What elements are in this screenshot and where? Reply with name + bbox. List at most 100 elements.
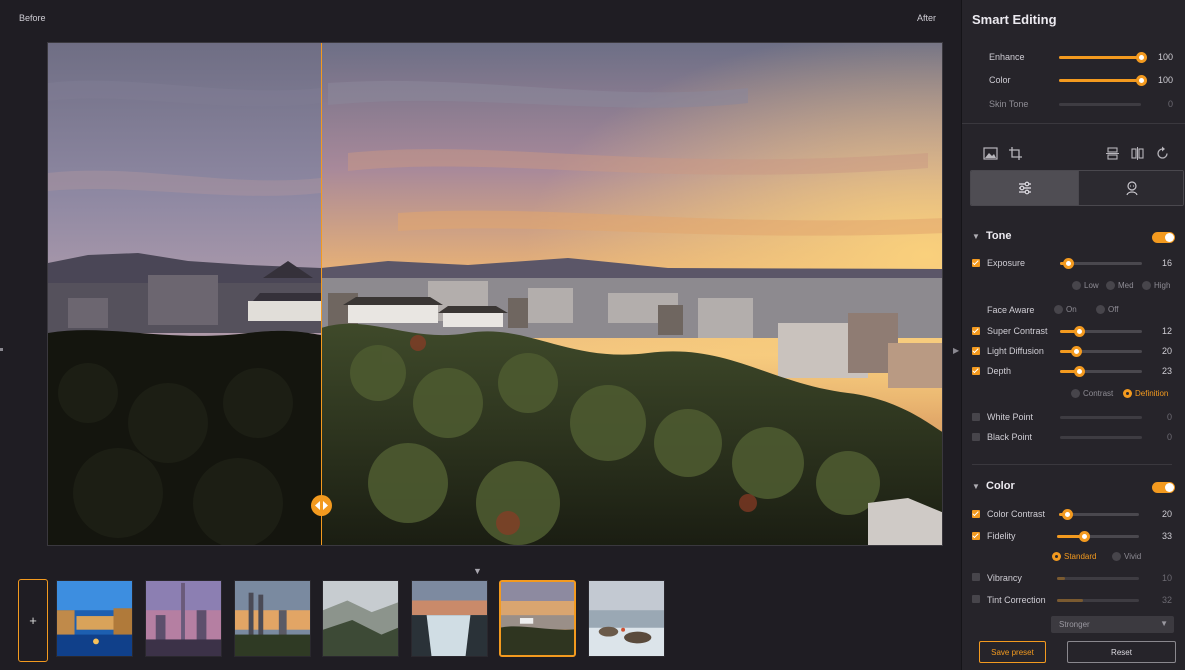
- vibrancy-checkbox[interactable]: [972, 573, 980, 581]
- thumbnail-venice-canal[interactable]: [56, 580, 133, 657]
- photo-image: [48, 43, 942, 545]
- color-label: Color: [989, 75, 1011, 85]
- photo-preview[interactable]: [47, 42, 943, 546]
- flip-horizontal-icon[interactable]: [1130, 146, 1146, 162]
- color-value: 100: [1157, 75, 1173, 85]
- thumbnail-castle-sunset[interactable]: [499, 580, 576, 657]
- before-label: Before: [19, 13, 46, 23]
- portrait-icon: [1126, 181, 1138, 196]
- exposure-med-radio[interactable]: Med: [1106, 281, 1134, 290]
- editing-panel: Smart Editing Enhance 100 Color 100 Skin…: [961, 0, 1185, 670]
- image-icon[interactable]: [983, 146, 999, 162]
- enhance-value: 100: [1157, 52, 1173, 62]
- enhance-slider[interactable]: [1059, 52, 1147, 63]
- rotate-icon[interactable]: [1155, 146, 1171, 162]
- white-point-slider[interactable]: [1060, 416, 1142, 419]
- color-toggle[interactable]: [1152, 482, 1175, 493]
- black-point-value: 0: [1166, 432, 1172, 442]
- exposure-high-radio[interactable]: High: [1142, 281, 1170, 290]
- thumbnail-waterfall[interactable]: [411, 580, 488, 657]
- save-preset-button[interactable]: Save preset: [979, 641, 1046, 663]
- fidelity-vivid-radio[interactable]: Vivid: [1112, 552, 1141, 561]
- panel-expand-arrow-icon[interactable]: ▶: [953, 346, 959, 355]
- tint-correction-value: 32: [1161, 595, 1172, 605]
- color-contrast-slider[interactable]: [1059, 509, 1139, 520]
- slider-knob[interactable]: [1136, 52, 1147, 63]
- compare-split-line[interactable]: [321, 43, 322, 545]
- slider-knob[interactable]: [1063, 258, 1075, 269]
- slider-knob[interactable]: [1062, 509, 1073, 520]
- fidelity-standard-radio[interactable]: Standard: [1052, 552, 1096, 561]
- depth-checkbox[interactable]: [972, 367, 980, 375]
- crop-icon[interactable]: [1008, 146, 1024, 162]
- left-edge-marker: [0, 348, 3, 351]
- skin-tone-slider[interactable]: [1059, 103, 1141, 106]
- divider: [962, 123, 1185, 124]
- tint-correction-label: Tint Correction: [987, 595, 1046, 605]
- vibrancy-value: 10: [1161, 573, 1172, 583]
- portrait-tab[interactable]: [1078, 171, 1183, 205]
- depth-contrast-radio[interactable]: Contrast: [1071, 389, 1113, 398]
- tone-section-title: Tone: [986, 230, 1012, 242]
- fidelity-value: 33: [1161, 531, 1172, 541]
- light-diffusion-value: 20: [1161, 346, 1172, 356]
- depth-slider[interactable]: [1060, 366, 1142, 377]
- exposure-checkbox[interactable]: [972, 259, 980, 267]
- color-contrast-value: 20: [1161, 509, 1172, 519]
- filmstrip-collapse-icon[interactable]: ▼: [473, 566, 482, 576]
- depth-value: 23: [1161, 366, 1172, 376]
- skin-tone-label: Skin Tone: [989, 99, 1029, 109]
- canvas-area: Before After ▶ ▼ +: [0, 0, 961, 670]
- slider-knob[interactable]: [1071, 346, 1083, 357]
- add-image-button[interactable]: +: [18, 579, 48, 662]
- super-contrast-slider[interactable]: [1060, 326, 1142, 337]
- reset-button[interactable]: Reset: [1067, 641, 1176, 663]
- color-slider[interactable]: [1059, 75, 1147, 86]
- white-point-value: 0: [1166, 412, 1172, 422]
- super-contrast-checkbox[interactable]: [972, 327, 980, 335]
- color-collapse-icon[interactable]: ▼: [972, 482, 980, 491]
- slider-knob[interactable]: [1136, 75, 1147, 86]
- thumbnail-kuala-lumpur-skyline[interactable]: [234, 580, 311, 657]
- thumbnail-dubai-skyline[interactable]: [145, 580, 222, 657]
- exposure-slider[interactable]: [1060, 258, 1142, 269]
- thumbnail-rocky-beach[interactable]: [588, 580, 665, 657]
- face-aware-label: Face Aware: [987, 305, 1035, 315]
- thumbnail-misty-mountains[interactable]: [322, 580, 399, 657]
- vibrancy-slider[interactable]: [1057, 577, 1139, 580]
- enhance-label: Enhance: [989, 52, 1025, 62]
- tint-correction-slider[interactable]: [1057, 599, 1139, 602]
- strength-select[interactable]: Stronger ▼: [1051, 616, 1174, 633]
- tint-correction-checkbox[interactable]: [972, 595, 980, 603]
- vibrancy-label: Vibrancy: [987, 573, 1022, 583]
- light-diffusion-checkbox[interactable]: [972, 347, 980, 355]
- face-aware-on-radio[interactable]: On: [1054, 305, 1077, 314]
- depth-definition-radio[interactable]: Definition: [1123, 389, 1168, 398]
- tone-collapse-icon[interactable]: ▼: [972, 232, 980, 241]
- tone-toggle[interactable]: [1152, 232, 1175, 243]
- depth-label: Depth: [987, 366, 1012, 376]
- black-point-slider[interactable]: [1060, 436, 1142, 439]
- skin-tone-value: 0: [1167, 99, 1173, 109]
- face-aware-off-radio[interactable]: Off: [1096, 305, 1119, 314]
- divider: [972, 464, 1172, 465]
- light-diffusion-label: Light Diffusion: [987, 346, 1044, 356]
- slider-knob[interactable]: [1073, 366, 1085, 377]
- color-contrast-checkbox[interactable]: [972, 510, 980, 518]
- fidelity-checkbox[interactable]: [972, 532, 980, 540]
- fidelity-label: Fidelity: [987, 531, 1016, 541]
- compare-split-handle[interactable]: [311, 495, 332, 516]
- black-point-checkbox[interactable]: [972, 433, 980, 441]
- adjustments-tab[interactable]: [971, 171, 1078, 205]
- white-point-checkbox[interactable]: [972, 413, 980, 421]
- slider-knob[interactable]: [1073, 326, 1085, 337]
- super-contrast-label: Super Contrast: [987, 326, 1048, 336]
- panel-title: Smart Editing: [972, 12, 1057, 27]
- slider-knob[interactable]: [1079, 531, 1091, 542]
- exposure-low-radio[interactable]: Low: [1072, 281, 1099, 290]
- light-diffusion-slider[interactable]: [1060, 346, 1142, 357]
- flip-vertical-icon[interactable]: [1105, 146, 1121, 162]
- fidelity-slider[interactable]: [1057, 531, 1139, 542]
- color-contrast-label: Color Contrast: [987, 509, 1046, 519]
- black-point-label: Black Point: [987, 432, 1033, 442]
